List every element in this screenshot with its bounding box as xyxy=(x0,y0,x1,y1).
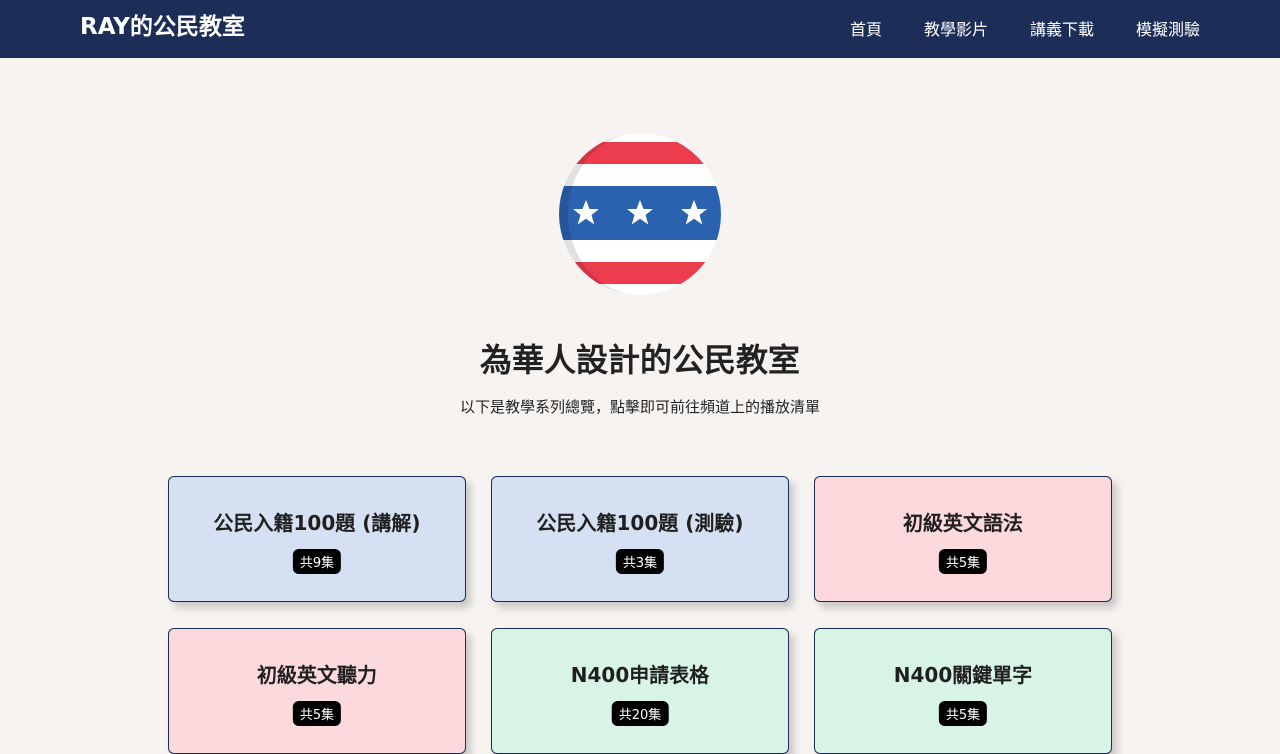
card-title: N400關鍵單字 xyxy=(893,663,1033,687)
episode-count-badge: 共5集 xyxy=(292,701,342,726)
card-title: 公民入籍100題 (講解) xyxy=(213,511,421,535)
playlist-card-basic-english-listening[interactable]: 初級英文聽力 共5集 xyxy=(168,628,466,754)
playlist-card-civics-100-explained[interactable]: 公民入籍100題 (講解) 共9集 xyxy=(168,476,466,602)
nav-link-videos[interactable]: 教學影片 xyxy=(924,16,988,40)
episode-count-badge: 共5集 xyxy=(938,549,988,574)
nav-link-handouts[interactable]: 講義下載 xyxy=(1030,16,1094,40)
playlist-card-basic-english-grammar[interactable]: 初級英文語法 共5集 xyxy=(814,476,1112,602)
us-flag-stars-stripes-icon xyxy=(559,133,721,295)
page-title: 為華人設計的公民教室 xyxy=(479,341,800,379)
episode-count-badge: 共3集 xyxy=(615,549,665,574)
playlist-card-civics-100-quiz[interactable]: 公民入籍100題 (測驗) 共3集 xyxy=(491,476,789,602)
playlist-grid: 公民入籍100題 (講解) 共9集 公民入籍100題 (測驗) 共3集 初級英文… xyxy=(168,476,1113,754)
nav-link-home[interactable]: 首頁 xyxy=(850,16,882,40)
nav-links: 首頁 教學影片 講義下載 模擬測驗 xyxy=(850,0,1200,56)
episode-count-badge: 共9集 xyxy=(292,549,342,574)
card-title: 初級英文聽力 xyxy=(257,663,377,687)
card-title: N400申請表格 xyxy=(570,663,710,687)
brand-logo-text[interactable]: RAY的公民教室 xyxy=(80,0,245,54)
card-title: 公民入籍100題 (測驗) xyxy=(536,511,744,535)
card-title: 初級英文語法 xyxy=(903,511,1023,535)
episode-count-badge: 共20集 xyxy=(611,701,669,726)
playlist-card-n400-form[interactable]: N400申請表格 共20集 xyxy=(491,628,789,754)
episode-count-badge: 共5集 xyxy=(938,701,988,726)
page-subtitle: 以下是教學系列總覽，點擊即可前往頻道上的播放清單 xyxy=(459,398,820,416)
nav-link-mock-test[interactable]: 模擬測驗 xyxy=(1136,16,1200,40)
playlist-card-n400-vocabulary[interactable]: N400關鍵單字 共5集 xyxy=(814,628,1112,754)
top-navbar: RAY的公民教室 首頁 教學影片 講義下載 模擬測驗 xyxy=(0,0,1280,58)
